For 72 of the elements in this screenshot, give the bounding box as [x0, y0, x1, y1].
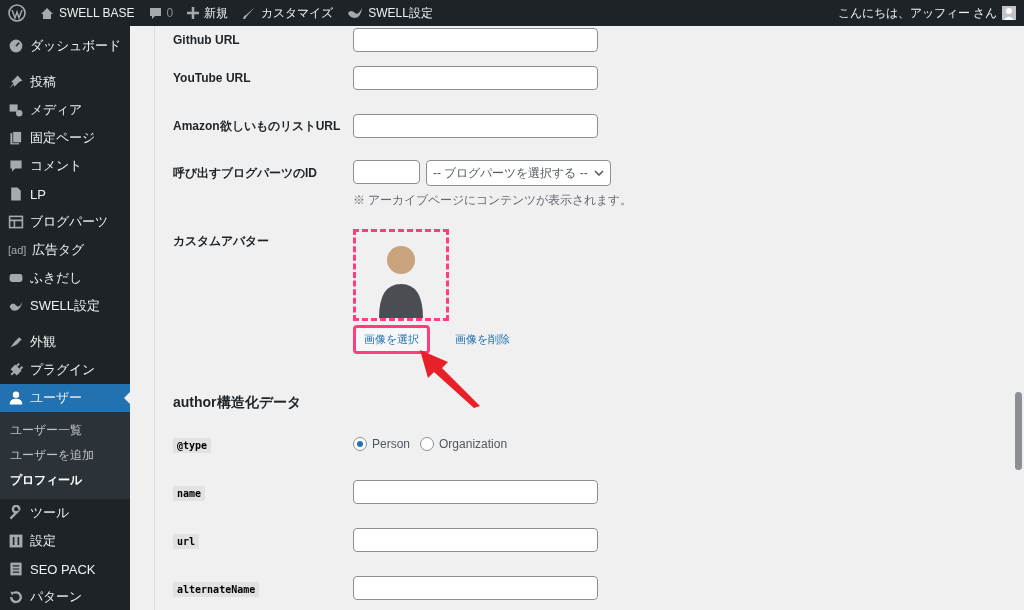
- plus-icon: [187, 7, 200, 19]
- menu-icon: [8, 561, 24, 577]
- text-field[interactable]: [353, 114, 598, 138]
- field-label: YouTube URL: [173, 71, 252, 85]
- user-greeting[interactable]: こんにちは、アッフィー さん: [837, 4, 1016, 22]
- text-field[interactable]: [353, 528, 598, 552]
- radio-button[interactable]: [420, 437, 435, 451]
- field-label: @type: [173, 438, 212, 453]
- id-field[interactable]: [353, 160, 420, 184]
- field-label: 呼び出すブログパーツのID: [173, 165, 318, 182]
- menu-icon: [8, 186, 24, 202]
- chevron-icon: [593, 170, 604, 176]
- sidebar-item[interactable]: ブログパーツ: [0, 208, 130, 236]
- menu-icon: [8, 214, 24, 230]
- comment-icon: [148, 6, 162, 20]
- sidebar-item[interactable]: プラグイン: [0, 356, 130, 384]
- menu-icon: [8, 334, 24, 350]
- sidebar-item[interactable]: パターン: [0, 583, 130, 610]
- sidebar-item[interactable]: [ad] 広告タグ: [0, 236, 130, 264]
- remove-image-link[interactable]: 画像を削除: [444, 325, 521, 354]
- blog-parts-dropdown[interactable]: -- ブログパーツを選択する --: [426, 160, 611, 186]
- help-text: ※ アーカイブページにコンテンツが表示されます。: [353, 192, 633, 209]
- select-image-link[interactable]: 画像を選択: [353, 325, 430, 354]
- sidebar-item[interactable]: LP: [0, 180, 130, 208]
- field-label: Amazon欲しいものリストURL: [173, 117, 342, 135]
- submenu-item[interactable]: プロフィール: [0, 468, 130, 493]
- sidebar-item[interactable]: 固定ページ: [0, 124, 130, 152]
- submenu-item[interactable]: ユーザー一覧: [0, 418, 130, 443]
- sidebar-item[interactable]: 外観: [0, 328, 130, 356]
- sidebar-item[interactable]: ダッシュボード: [0, 32, 130, 60]
- field-label: alternateName: [173, 582, 260, 597]
- brush-icon: [242, 6, 257, 20]
- menu-icon: [8, 390, 24, 406]
- radio-option[interactable]: Person: [353, 437, 411, 451]
- radio-option[interactable]: Organization: [420, 437, 508, 451]
- menu-icon: [8, 38, 24, 54]
- sidebar-item[interactable]: SEO PACK: [0, 555, 130, 583]
- field-label: url: [173, 534, 200, 549]
- sidebar-item[interactable]: ふきだし: [0, 264, 130, 292]
- menu-icon: [8, 362, 24, 378]
- field-label: name: [173, 486, 206, 501]
- menu-icon: [8, 102, 24, 118]
- field-label: カスタムアバター: [173, 233, 270, 250]
- sidebar-item[interactable]: ユーザー: [0, 384, 130, 412]
- home-icon: [40, 6, 54, 20]
- text-field[interactable]: [353, 66, 598, 90]
- customize-link[interactable]: カスタマイズ: [242, 4, 334, 22]
- sidebar-item[interactable]: ツール: [0, 499, 130, 527]
- field-label: Github URL: [173, 33, 241, 47]
- menu-icon: [8, 158, 24, 174]
- wave-icon: [347, 7, 364, 19]
- comments-link[interactable]: 0: [148, 6, 174, 20]
- sidebar-item[interactable]: コメント: [0, 152, 130, 180]
- text-field[interactable]: [353, 480, 598, 504]
- sidebar-item[interactable]: 投稿: [0, 68, 130, 96]
- menu-icon: [8, 533, 24, 549]
- swell-settings-link[interactable]: SWELL設定: [347, 4, 433, 22]
- site-name-link[interactable]: SWELL BASE: [40, 6, 135, 20]
- ad-icon: [ad]: [8, 244, 27, 256]
- wordpress-logo-icon[interactable]: [8, 4, 26, 22]
- menu-icon: [8, 589, 24, 605]
- text-field[interactable]: [353, 28, 598, 52]
- avatar-icon: [1002, 6, 1016, 20]
- text-field[interactable]: [353, 576, 598, 600]
- menu-icon: [8, 130, 24, 146]
- radio-button[interactable]: [353, 437, 367, 451]
- sidebar-item[interactable]: 設定: [0, 527, 130, 555]
- sidebar-item[interactable]: メディア: [0, 96, 130, 124]
- section-heading: author構造化データ: [173, 394, 302, 412]
- submenu-item[interactable]: ユーザーを追加: [0, 443, 130, 468]
- sidebar-item[interactable]: SWELL設定: [0, 292, 130, 320]
- new-link[interactable]: 新規: [187, 4, 229, 22]
